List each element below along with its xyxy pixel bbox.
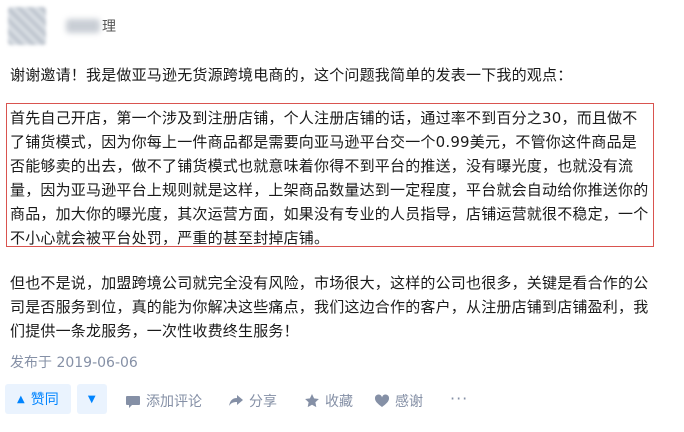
publish-time: 发布于 2019-06-06	[10, 355, 138, 371]
vote-up-button[interactable]: ▲ 赞同	[5, 384, 71, 414]
vote-down-button[interactable]: ▼	[76, 384, 107, 414]
action-bar: ▲ 赞同 ▼	[5, 384, 107, 414]
thanks-button[interactable]: 感谢	[374, 391, 423, 411]
vote-up-icon: ▲	[17, 393, 25, 405]
favorite-label: 收藏	[325, 394, 353, 410]
share-icon	[229, 395, 243, 406]
closing-paragraph: 但也不是说，加盟跨境公司就完全没有风险，市场很大，这样的公司也很多，关键是看合作…	[10, 274, 649, 340]
highlighted-paragraph: 首先自己开店，第一个涉及到注册店铺，个人注册店铺的话，通过率不到百分之30，而且…	[10, 109, 649, 247]
comment-button[interactable]: 添加评论	[125, 391, 202, 411]
author-name-suffix: 理	[102, 19, 116, 35]
intro-paragraph: 谢谢邀请！我是做亚马逊无货源跨境电商的，这个问题我简单的发表一下我的观点：	[10, 66, 573, 84]
vote-down-icon: ▼	[87, 393, 96, 405]
more-icon: ···	[450, 389, 469, 408]
star-icon	[305, 394, 319, 408]
share-button[interactable]: 分享	[228, 391, 277, 411]
favorite-button[interactable]: 收藏	[304, 391, 353, 411]
comment-icon	[126, 396, 140, 408]
heart-icon	[374, 394, 390, 407]
blurred-name	[66, 19, 100, 33]
author-header: 理	[8, 6, 116, 46]
vote-up-label: 赞同	[30, 392, 59, 408]
share-label: 分享	[249, 394, 277, 410]
comment-label: 添加评论	[146, 394, 202, 410]
more-button[interactable]: ···	[450, 389, 468, 408]
thanks-label: 感谢	[395, 394, 423, 410]
author-name[interactable]: 理	[66, 16, 116, 36]
avatar[interactable]	[8, 7, 46, 45]
